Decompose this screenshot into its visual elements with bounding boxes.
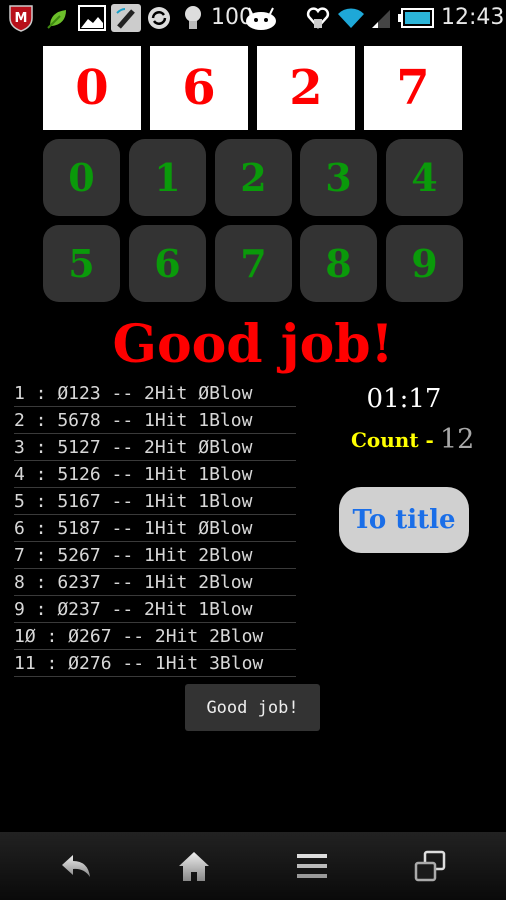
history-row: 9 : Ø237 -- 2Hit 1Blow xyxy=(14,596,296,623)
result-title: Good job! xyxy=(112,314,394,375)
count-label: Count - xyxy=(351,428,434,452)
mcafee-icon: M xyxy=(8,4,34,32)
history-row: 6 : 5187 -- 1Hit ØBlow xyxy=(14,515,296,542)
wifi-icon xyxy=(337,4,365,32)
answer-digit: 6 xyxy=(150,46,248,130)
key-7[interactable]: 7 xyxy=(215,225,292,302)
history-row: 2 : 5678 -- 1Hit 1Blow xyxy=(14,407,296,434)
recent-apps-button[interactable] xyxy=(367,832,493,900)
back-button[interactable] xyxy=(13,832,139,900)
signal-icon xyxy=(370,4,392,32)
battery-icon xyxy=(398,4,434,32)
menu-icon xyxy=(297,854,327,878)
android-icon xyxy=(244,4,278,32)
key-9[interactable]: 9 xyxy=(386,225,463,302)
health-icon xyxy=(306,4,330,32)
status-bar: M 100 12:43 xyxy=(0,0,506,36)
menu-button[interactable] xyxy=(249,832,375,900)
home-button[interactable] xyxy=(131,832,257,900)
key-5[interactable]: 5 xyxy=(43,225,120,302)
key-2[interactable]: 2 xyxy=(215,139,292,216)
history-row: 5 : 5167 -- 1Hit 1Blow xyxy=(14,488,296,515)
history-row: 1Ø : Ø267 -- 2Hit 2Blow xyxy=(14,623,296,650)
history-row: 4 : 5126 -- 1Hit 1Blow xyxy=(14,461,296,488)
bulb-icon xyxy=(183,4,203,32)
to-title-button[interactable]: To title xyxy=(339,487,469,553)
toast-message: Good job! xyxy=(185,684,320,731)
history-row: 8 : 6237 -- 1Hit 2Blow xyxy=(14,569,296,596)
history-row: 7 : 5267 -- 1Hit 2Blow xyxy=(14,542,296,569)
recent-apps-icon xyxy=(414,850,446,882)
usb-debug-icon xyxy=(111,4,141,32)
key-8[interactable]: 8 xyxy=(300,225,377,302)
key-3[interactable]: 3 xyxy=(300,139,377,216)
clock: 12:43 xyxy=(441,5,505,30)
back-icon xyxy=(62,855,90,877)
key-0[interactable]: 0 xyxy=(43,139,120,216)
answer-digit: 2 xyxy=(257,46,355,130)
history-row: 11 : Ø276 -- 1Hit 3Blow xyxy=(14,650,296,677)
key-4[interactable]: 4 xyxy=(386,139,463,216)
key-1[interactable]: 1 xyxy=(129,139,206,216)
sync-icon xyxy=(146,4,172,32)
key-6[interactable]: 6 xyxy=(129,225,206,302)
gallery-icon xyxy=(78,4,106,32)
answer-digit: 0 xyxy=(43,46,141,130)
leaf-icon xyxy=(46,4,70,32)
home-icon xyxy=(179,852,209,881)
timer: 01:17 xyxy=(366,384,442,414)
history-row: 3 : 5127 -- 2Hit ØBlow xyxy=(14,434,296,461)
history-row: 1 : Ø123 -- 2Hit ØBlow xyxy=(14,380,296,407)
guess-history: 1 : Ø123 -- 2Hit ØBlow 2 : 5678 -- 1Hit … xyxy=(14,380,296,677)
count-value: 12 xyxy=(440,424,475,455)
navigation-bar xyxy=(0,832,506,900)
answer-digit: 7 xyxy=(364,46,462,130)
svg-text:M: M xyxy=(15,11,28,26)
